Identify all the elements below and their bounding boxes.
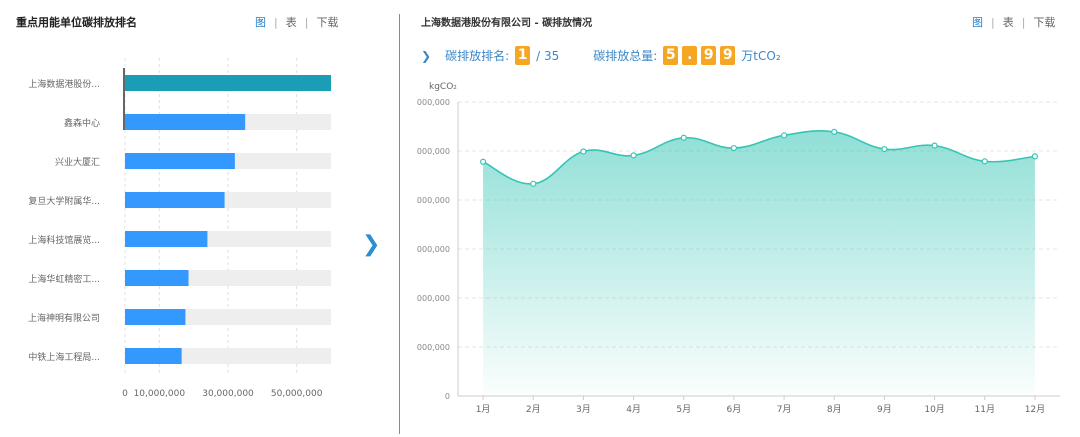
y-tick-label: 000,000 bbox=[417, 147, 450, 156]
stats-row: ❯ 碳排放排名: 1 / 35 碳排放总量: 5.99 万tCO₂ bbox=[421, 46, 781, 65]
total-digit: 9 bbox=[720, 46, 736, 65]
bar[interactable] bbox=[125, 309, 186, 325]
data-point[interactable] bbox=[479, 158, 487, 165]
tab-separator: | bbox=[274, 15, 278, 29]
bar-tick-label: 0 bbox=[122, 389, 128, 399]
left-panel-title: 重点用能单位碳排放排名 bbox=[16, 16, 137, 29]
right-tab-chart[interactable]: 图 bbox=[972, 14, 983, 30]
data-point[interactable] bbox=[580, 148, 587, 155]
monthly-emission-chart: kgCO₂ 0 000,000 000,000 000,000 000,000 000,00… bbox=[417, 82, 1060, 415]
x-tick-label: 3月 bbox=[576, 404, 591, 415]
data-point[interactable] bbox=[831, 128, 838, 135]
tab-separator: | bbox=[304, 15, 309, 29]
total-unit: 万tCO₂ bbox=[741, 49, 781, 63]
data-point[interactable] bbox=[881, 145, 888, 153]
ranking-bar-chart: 上海数据港股份... 鑫森中心兴业大厦汇复旦大学附属华... 上海科技馆展览... 上… bbox=[28, 58, 331, 399]
x-tick-label: 5月 bbox=[676, 404, 691, 415]
data-point[interactable] bbox=[630, 152, 637, 159]
bar[interactable] bbox=[125, 75, 331, 91]
x-tick-label: 4月 bbox=[626, 404, 641, 415]
bar-label: 复旦大学附属华... bbox=[28, 195, 100, 207]
x-tick-label: 1月 bbox=[476, 404, 491, 415]
x-tick-label: 10月 bbox=[924, 404, 944, 415]
left-tab-chart[interactable]: 图 bbox=[255, 14, 266, 30]
bar-tick-label: 30,000,000 bbox=[202, 389, 254, 399]
right-tab-download[interactable]: 下载 bbox=[1033, 14, 1055, 30]
bar[interactable] bbox=[125, 153, 235, 169]
bar[interactable] bbox=[125, 192, 225, 208]
chevron-right-icon[interactable]: ❯ bbox=[362, 232, 380, 257]
bar-label: 上海神明有限公司 bbox=[28, 312, 100, 324]
rank-total: / 35 bbox=[536, 48, 560, 63]
y-axis-label: kgCO₂ bbox=[429, 82, 457, 92]
x-tick-label: 6月 bbox=[727, 404, 742, 415]
bar-label: 中铁上海工程局... bbox=[28, 351, 100, 363]
data-point[interactable] bbox=[981, 158, 988, 165]
y-tick-label: 0 bbox=[445, 392, 450, 401]
data-point[interactable] bbox=[730, 144, 738, 152]
data-point[interactable] bbox=[780, 132, 788, 139]
area-fill bbox=[483, 130, 1035, 397]
y-tick-label: 000,000 bbox=[417, 245, 450, 254]
total-digits: 5.99 bbox=[661, 46, 737, 65]
data-point[interactable] bbox=[530, 180, 537, 187]
bar[interactable] bbox=[125, 231, 208, 247]
rank-label: 碳排放排名: bbox=[445, 49, 510, 63]
y-tick-label: 000,000 bbox=[417, 343, 450, 352]
right-view-tabs: 图 | 表 | 下载 bbox=[972, 14, 1055, 30]
bar-label: 鑫森中心 bbox=[64, 117, 100, 129]
right-tab-table[interactable]: 表 bbox=[1003, 14, 1014, 30]
y-tick-label: 000,000 bbox=[417, 294, 450, 303]
left-tab-download[interactable]: 下载 bbox=[316, 14, 338, 30]
left-view-tabs: 图 | 表 | 下载 bbox=[255, 14, 338, 30]
x-tick-label: 12月 bbox=[1025, 404, 1045, 415]
bar[interactable] bbox=[125, 348, 182, 364]
bar[interactable] bbox=[125, 114, 246, 130]
data-point[interactable] bbox=[931, 142, 938, 149]
data-point[interactable] bbox=[680, 134, 687, 141]
bar-label: 上海数据港股份... bbox=[28, 78, 100, 90]
panel-divider bbox=[399, 14, 400, 434]
total-digit: . bbox=[682, 46, 698, 65]
y-tick-label: 000,000 bbox=[417, 98, 450, 107]
bar-label: 兴业大厦汇 bbox=[55, 156, 100, 168]
x-tick-label: 8月 bbox=[827, 404, 842, 415]
chevron-right-small-icon: ❯ bbox=[421, 48, 432, 63]
bar-label: 上海华虹精密工... bbox=[28, 273, 100, 285]
total-label: 碳排放总量: bbox=[593, 49, 658, 63]
total-digit: 5 bbox=[663, 46, 679, 65]
x-tick-label: 2月 bbox=[526, 404, 541, 415]
bar[interactable] bbox=[125, 270, 189, 286]
bar-tick-label: 50,000,000 bbox=[271, 389, 323, 399]
left-tab-table[interactable]: 表 bbox=[286, 14, 297, 30]
total-digit: 9 bbox=[701, 46, 717, 65]
bar-tick-label: 10,000,000 bbox=[134, 389, 186, 399]
rank-value: 1 bbox=[515, 46, 531, 65]
y-tick-label: 000,000 bbox=[417, 196, 450, 205]
bar-label: 上海科技馆展览... bbox=[28, 234, 100, 246]
tab-separator: | bbox=[991, 15, 995, 29]
data-point[interactable] bbox=[1031, 153, 1039, 160]
x-tick-label: 9月 bbox=[877, 404, 892, 415]
tab-separator: | bbox=[1021, 15, 1026, 29]
x-tick-label: 7月 bbox=[777, 404, 792, 415]
selection-marker bbox=[123, 68, 125, 130]
x-tick-label: 11月 bbox=[975, 404, 995, 415]
right-panel-title: 上海数据港股份有限公司 - 碳排放情况 bbox=[421, 18, 593, 29]
